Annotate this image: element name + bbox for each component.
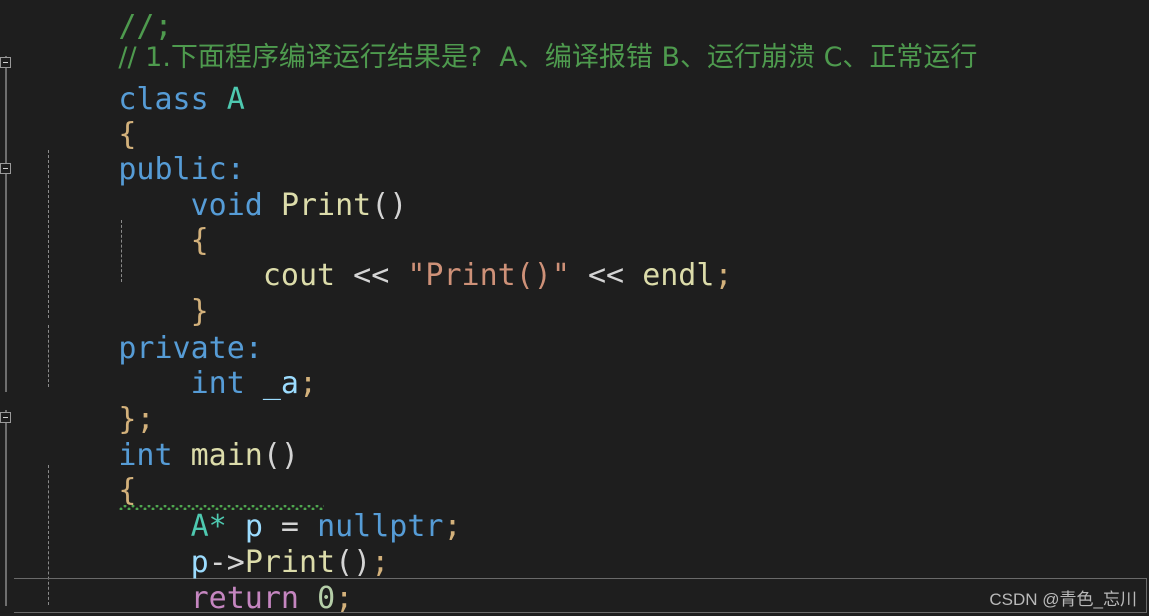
code-line-13[interactable]: { [0, 438, 1149, 508]
fold-marker-class[interactable] [0, 57, 11, 68]
code-line-11[interactable]: }; [0, 367, 1149, 437]
code-line-3[interactable]: { [0, 82, 1149, 152]
fold-rail-method [5, 160, 7, 290]
code-line-4[interactable]: public: [0, 117, 1149, 187]
error-squiggle-nullptr [119, 505, 324, 510]
code-line-15[interactable]: p->Print(); [0, 510, 1149, 580]
code-line-6[interactable]: { [0, 188, 1149, 258]
code-line-9[interactable]: private: [0, 296, 1149, 366]
fold-marker-print-method[interactable] [0, 163, 11, 174]
fold-rail-main [5, 410, 7, 606]
code-line-14[interactable]: A* p = nullptr; [0, 474, 1149, 544]
code-content[interactable]: //; // 1.下面程序编译运行结果是? A、编译报错 B、运行崩溃 C、正常… [0, 0, 1149, 616]
fold-marker-main[interactable] [0, 412, 11, 423]
code-line-12[interactable]: int main() [0, 403, 1149, 473]
code-line-8[interactable]: } [0, 259, 1149, 329]
fold-gutter[interactable] [0, 0, 14, 616]
code-editor-window: //; // 1.下面程序编译运行结果是? A、编译报错 B、运行崩溃 C、正常… [0, 0, 1149, 616]
code-line-1[interactable]: // 1.下面程序编译运行结果是? A、编译报错 B、运行崩溃 C、正常运行 [0, 4, 1149, 73]
code-line-16[interactable]: return 0; [0, 546, 1149, 616]
csdn-watermark: CSDN @青色_忘川 [989, 590, 1137, 609]
code-line-10[interactable]: int _a; [0, 331, 1149, 401]
code-line-5[interactable]: void Print() [0, 153, 1149, 223]
code-line-7[interactable]: cout << "Print()" << endl; [0, 223, 1149, 293]
code-line-17[interactable]: } [0, 581, 1149, 616]
code-line-2[interactable]: class A [0, 47, 1149, 117]
